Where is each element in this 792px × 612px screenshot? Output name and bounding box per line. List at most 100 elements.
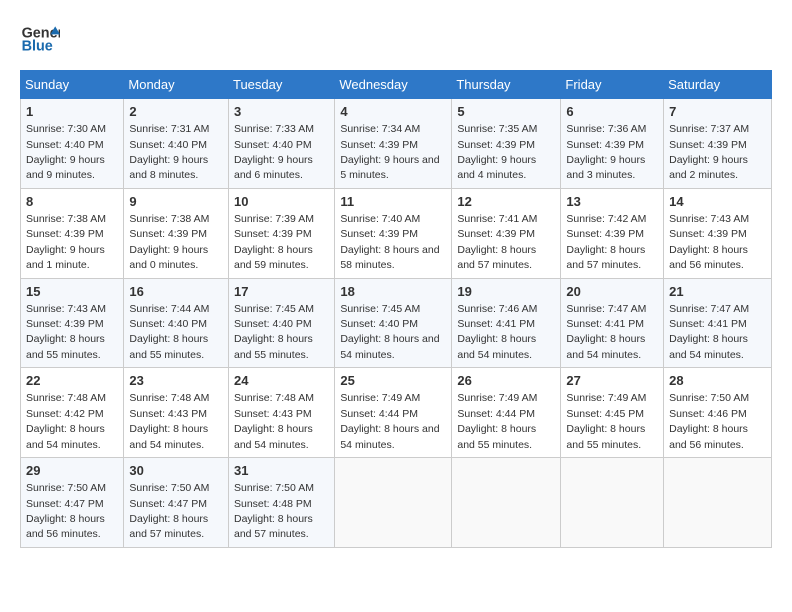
- logo-icon: General Blue: [20, 20, 60, 60]
- sunset-info: Sunset: 4:44 PM: [340, 408, 418, 420]
- sunset-info: Sunset: 4:39 PM: [340, 228, 418, 240]
- sunset-info: Sunset: 4:39 PM: [26, 318, 104, 330]
- sunset-info: Sunset: 4:47 PM: [129, 498, 207, 510]
- calendar-cell: 23Sunrise: 7:48 AMSunset: 4:43 PMDayligh…: [124, 368, 229, 458]
- day-number: 12: [457, 193, 555, 211]
- calendar-cell: 6Sunrise: 7:36 AMSunset: 4:39 PMDaylight…: [561, 99, 664, 189]
- sunset-info: Sunset: 4:39 PM: [129, 228, 207, 240]
- sunrise-info: Sunrise: 7:49 AM: [457, 392, 537, 404]
- sunset-info: Sunset: 4:48 PM: [234, 498, 312, 510]
- calendar-cell: 5Sunrise: 7:35 AMSunset: 4:39 PMDaylight…: [452, 99, 561, 189]
- sunset-info: Sunset: 4:46 PM: [669, 408, 747, 420]
- sunset-info: Sunset: 4:43 PM: [234, 408, 312, 420]
- sunset-info: Sunset: 4:39 PM: [234, 228, 312, 240]
- sunrise-info: Sunrise: 7:38 AM: [129, 213, 209, 225]
- day-number: 1: [26, 103, 118, 121]
- daylight-info: Daylight: 8 hours and 54 minutes.: [669, 333, 748, 360]
- daylight-info: Daylight: 9 hours and 1 minute.: [26, 244, 105, 271]
- sunset-info: Sunset: 4:42 PM: [26, 408, 104, 420]
- day-number: 14: [669, 193, 766, 211]
- sunrise-info: Sunrise: 7:43 AM: [669, 213, 749, 225]
- day-number: 8: [26, 193, 118, 211]
- calendar-cell: [664, 458, 772, 548]
- sunset-info: Sunset: 4:43 PM: [129, 408, 207, 420]
- day-header-monday: Monday: [124, 71, 229, 99]
- sunrise-info: Sunrise: 7:45 AM: [234, 303, 314, 315]
- daylight-info: Daylight: 8 hours and 57 minutes.: [234, 513, 313, 540]
- sunset-info: Sunset: 4:39 PM: [566, 139, 644, 151]
- sunrise-info: Sunrise: 7:31 AM: [129, 123, 209, 135]
- daylight-info: Daylight: 8 hours and 55 minutes.: [26, 333, 105, 360]
- daylight-info: Daylight: 8 hours and 55 minutes.: [457, 423, 536, 450]
- sunrise-info: Sunrise: 7:46 AM: [457, 303, 537, 315]
- sunset-info: Sunset: 4:41 PM: [669, 318, 747, 330]
- sunset-info: Sunset: 4:39 PM: [26, 228, 104, 240]
- calendar-cell: 2Sunrise: 7:31 AMSunset: 4:40 PMDaylight…: [124, 99, 229, 189]
- calendar-cell: 29Sunrise: 7:50 AMSunset: 4:47 PMDayligh…: [21, 458, 124, 548]
- day-number: 27: [566, 372, 658, 390]
- day-number: 22: [26, 372, 118, 390]
- day-number: 20: [566, 283, 658, 301]
- logo: General Blue: [20, 20, 64, 60]
- sunset-info: Sunset: 4:44 PM: [457, 408, 535, 420]
- sunrise-info: Sunrise: 7:30 AM: [26, 123, 106, 135]
- sunrise-info: Sunrise: 7:47 AM: [669, 303, 749, 315]
- day-number: 9: [129, 193, 223, 211]
- calendar-cell: 22Sunrise: 7:48 AMSunset: 4:42 PMDayligh…: [21, 368, 124, 458]
- day-header-tuesday: Tuesday: [228, 71, 334, 99]
- day-number: 28: [669, 372, 766, 390]
- day-number: 23: [129, 372, 223, 390]
- sunset-info: Sunset: 4:39 PM: [566, 228, 644, 240]
- calendar-cell: 1Sunrise: 7:30 AMSunset: 4:40 PMDaylight…: [21, 99, 124, 189]
- day-header-saturday: Saturday: [664, 71, 772, 99]
- daylight-info: Daylight: 8 hours and 55 minutes.: [566, 423, 645, 450]
- daylight-info: Daylight: 8 hours and 58 minutes.: [340, 244, 439, 271]
- sunset-info: Sunset: 4:39 PM: [340, 139, 418, 151]
- svg-text:Blue: Blue: [22, 38, 53, 54]
- calendar-cell: 15Sunrise: 7:43 AMSunset: 4:39 PMDayligh…: [21, 278, 124, 368]
- sunrise-info: Sunrise: 7:41 AM: [457, 213, 537, 225]
- daylight-info: Daylight: 9 hours and 0 minutes.: [129, 244, 208, 271]
- calendar-cell: 10Sunrise: 7:39 AMSunset: 4:39 PMDayligh…: [228, 188, 334, 278]
- calendar-cell: 19Sunrise: 7:46 AMSunset: 4:41 PMDayligh…: [452, 278, 561, 368]
- sunrise-info: Sunrise: 7:50 AM: [669, 392, 749, 404]
- daylight-info: Daylight: 8 hours and 56 minutes.: [669, 423, 748, 450]
- daylight-info: Daylight: 8 hours and 57 minutes.: [566, 244, 645, 271]
- daylight-info: Daylight: 8 hours and 55 minutes.: [129, 333, 208, 360]
- day-number: 21: [669, 283, 766, 301]
- daylight-info: Daylight: 9 hours and 4 minutes.: [457, 154, 536, 181]
- day-header-friday: Friday: [561, 71, 664, 99]
- day-number: 25: [340, 372, 446, 390]
- sunset-info: Sunset: 4:41 PM: [566, 318, 644, 330]
- calendar-cell: 18Sunrise: 7:45 AMSunset: 4:40 PMDayligh…: [335, 278, 452, 368]
- daylight-info: Daylight: 8 hours and 54 minutes.: [566, 333, 645, 360]
- sunset-info: Sunset: 4:47 PM: [26, 498, 104, 510]
- sunset-info: Sunset: 4:40 PM: [234, 139, 312, 151]
- day-number: 18: [340, 283, 446, 301]
- calendar-cell: 20 Sunrise: 7:47 AM Sunset: 4:41 PM Dayligh…: [561, 278, 664, 368]
- day-number: 17: [234, 283, 329, 301]
- sunrise-info: Sunrise: 7:47 AM: [566, 303, 646, 315]
- sunrise-info: Sunrise: 7:48 AM: [26, 392, 106, 404]
- sunrise-info: Sunrise: 7:42 AM: [566, 213, 646, 225]
- daylight-info: Daylight: 9 hours and 2 minutes.: [669, 154, 748, 181]
- day-number: 6: [566, 103, 658, 121]
- calendar-table: SundayMondayTuesdayWednesdayThursdayFrid…: [20, 70, 772, 548]
- sunrise-info: Sunrise: 7:49 AM: [566, 392, 646, 404]
- day-number: 5: [457, 103, 555, 121]
- calendar-cell: 31Sunrise: 7:50 AMSunset: 4:48 PMDayligh…: [228, 458, 334, 548]
- day-number: 2: [129, 103, 223, 121]
- day-header-thursday: Thursday: [452, 71, 561, 99]
- daylight-info: Daylight: 9 hours and 5 minutes.: [340, 154, 439, 181]
- daylight-info: Daylight: 8 hours and 54 minutes.: [129, 423, 208, 450]
- calendar-cell: 21 Sunrise: 7:47 AM Sunset: 4:41 PM Dayligh…: [664, 278, 772, 368]
- sunrise-info: Sunrise: 7:50 AM: [26, 482, 106, 494]
- calendar-cell: 30Sunrise: 7:50 AMSunset: 4:47 PMDayligh…: [124, 458, 229, 548]
- sunset-info: Sunset: 4:40 PM: [129, 139, 207, 151]
- day-number: 29: [26, 462, 118, 480]
- calendar-cell: 7Sunrise: 7:37 AMSunset: 4:39 PMDaylight…: [664, 99, 772, 189]
- sunrise-info: Sunrise: 7:34 AM: [340, 123, 420, 135]
- sunset-info: Sunset: 4:40 PM: [129, 318, 207, 330]
- daylight-info: Daylight: 8 hours and 59 minutes.: [234, 244, 313, 271]
- header-area: General Blue: [20, 20, 772, 60]
